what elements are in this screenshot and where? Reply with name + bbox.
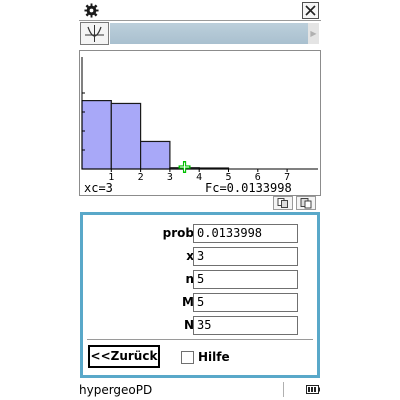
fc-readout: Fc=0.0133998 bbox=[205, 181, 292, 195]
field-prob: prob 0.0133998 bbox=[83, 224, 317, 243]
field-x: x 3 bbox=[83, 247, 317, 266]
N-input[interactable]: 35 bbox=[193, 316, 298, 335]
x-tick-label: 4 bbox=[196, 172, 202, 183]
graph-button[interactable] bbox=[80, 22, 109, 45]
histogram-bar bbox=[139, 140, 171, 170]
x-tick-label: 2 bbox=[138, 172, 144, 183]
paste-icon bbox=[300, 198, 312, 209]
app-window: ▶ 1234567 xc=3 Fc=0.0133998 prob 0.01339… bbox=[79, 0, 321, 400]
clipboard-row bbox=[79, 196, 321, 211]
copy-icon bbox=[277, 198, 288, 208]
distribution-dialog: prob 0.0133998 x 3 n 5 M 5 N 35 <<Zurück… bbox=[80, 212, 320, 378]
status-separator bbox=[283, 382, 284, 397]
xc-readout: xc=3 bbox=[84, 181, 113, 195]
field-M: M 5 bbox=[83, 293, 317, 312]
field-N: N 35 bbox=[83, 316, 317, 335]
toolbar: ▶ bbox=[79, 21, 321, 47]
right-arrow-icon[interactable]: ▶ bbox=[308, 23, 319, 44]
trace-cursor-center bbox=[180, 162, 190, 172]
histogram-chart: 1234567 bbox=[81, 57, 318, 183]
help-checkbox[interactable] bbox=[181, 351, 194, 364]
x-tick-label: 3 bbox=[167, 172, 173, 183]
M-input[interactable]: 5 bbox=[193, 293, 298, 312]
divider bbox=[87, 339, 313, 340]
gear-icon[interactable] bbox=[84, 3, 99, 18]
histogram-bar bbox=[81, 99, 112, 170]
close-icon bbox=[305, 5, 316, 16]
prob-input[interactable]: 0.0133998 bbox=[193, 224, 298, 243]
field-n: n 5 bbox=[83, 270, 317, 289]
help-label: Hilfe bbox=[198, 350, 230, 364]
n-input[interactable]: 5 bbox=[193, 270, 298, 289]
paste-button[interactable] bbox=[296, 196, 316, 210]
x-input[interactable]: 3 bbox=[193, 247, 298, 266]
title-bar bbox=[79, 0, 321, 21]
app-name: hypergeoPD bbox=[79, 383, 153, 397]
battery-icon bbox=[306, 385, 320, 394]
field-label: prob bbox=[162, 226, 194, 240]
graph-icon bbox=[85, 25, 104, 42]
status-bar: hypergeoPD bbox=[79, 380, 321, 400]
copy-button[interactable] bbox=[273, 196, 293, 210]
toolbar-strip bbox=[110, 23, 308, 44]
graph-area[interactable]: 1234567 xc=3 Fc=0.0133998 bbox=[79, 50, 321, 196]
close-button[interactable] bbox=[302, 2, 319, 19]
back-button[interactable]: <<Zurück bbox=[88, 345, 160, 368]
histogram-bar bbox=[110, 102, 142, 170]
